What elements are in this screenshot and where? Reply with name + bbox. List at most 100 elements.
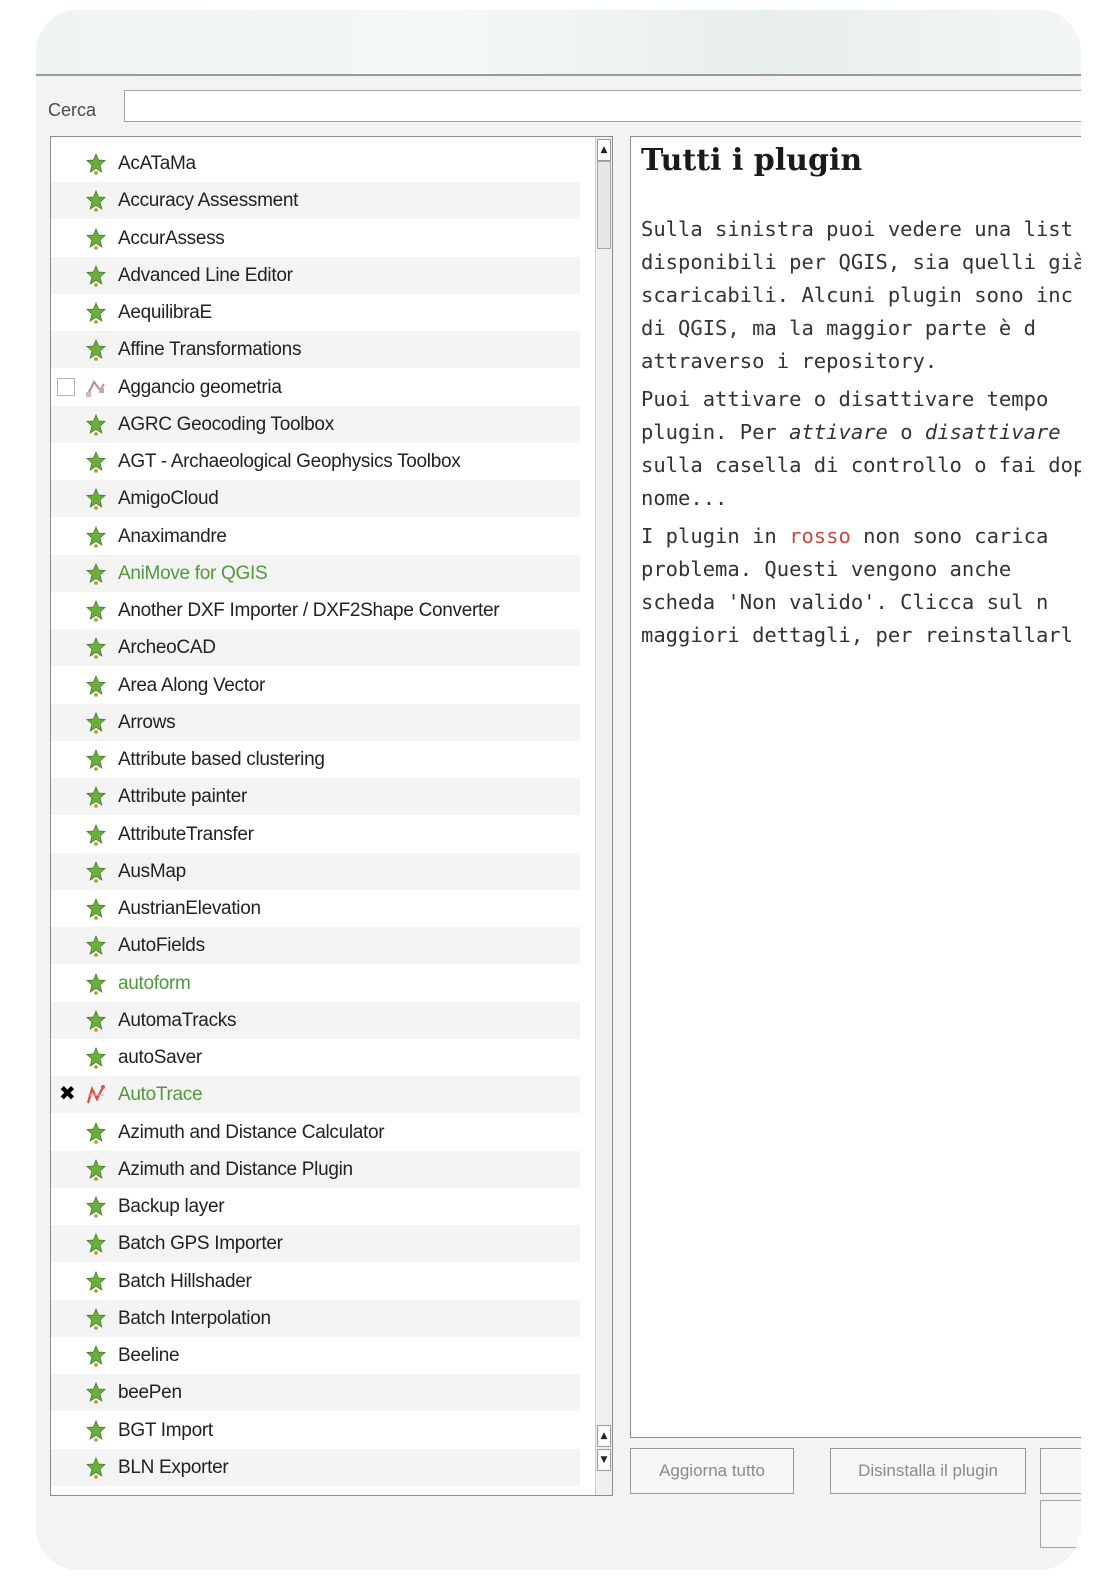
- description-line: disponibili per QGIS, sia quelli già: [641, 250, 1081, 274]
- plugin-list-item[interactable]: Area Along Vector: [51, 667, 580, 704]
- description-line: problema. Questi vengono anche: [641, 557, 1012, 581]
- plugin-name: Another DXF Importer / DXF2Shape Convert…: [118, 600, 500, 621]
- plugin-name: Batch GPS Importer: [118, 1233, 283, 1255]
- plugin-puzzle-icon: [84, 152, 108, 176]
- plugin-list-item[interactable]: AmigoCloud: [51, 480, 580, 518]
- plugin-list-item[interactable]: AutomaTracks: [51, 1001, 580, 1039]
- plugin-list-item[interactable]: AGT - Archaeological Geophysics Toolbox: [51, 443, 580, 480]
- plugin-puzzle-icon: [84, 562, 108, 586]
- plugin-list-item[interactable]: ArcheoCAD: [51, 629, 580, 667]
- scroll-down-button[interactable]: ▼: [597, 1449, 611, 1471]
- description-paragraph-2: Puoi attivare o disattivare tempo plugin…: [641, 383, 1081, 515]
- search-row: Cerca: [36, 86, 1081, 126]
- description-line: Sulla sinistra puoi vedere una list: [641, 217, 1073, 241]
- plugin-puzzle-icon: [84, 823, 108, 847]
- description-line: attraverso i repository.: [641, 349, 938, 373]
- plugin-name: Attribute based clustering: [118, 749, 325, 770]
- window-header-banner: [36, 10, 1081, 76]
- plugin-name: AccurAssess: [118, 227, 225, 249]
- plugin-enable-checkbox[interactable]: [57, 377, 75, 396]
- plugin-name: beePen: [118, 1382, 182, 1404]
- plugin-list[interactable]: AcATaMa Accuracy Assessment AccurAssess Adv…: [50, 136, 613, 1496]
- plugin-name: Azimuth and Distance Plugin: [118, 1158, 353, 1180]
- scroll-thumb[interactable]: [597, 161, 611, 249]
- plugin-list-item[interactable]: Batch Hillshader: [51, 1263, 580, 1300]
- plugin-puzzle-icon: [84, 1456, 108, 1480]
- uninstall-plugin-button[interactable]: Disinstalla il plugin: [830, 1448, 1026, 1494]
- plugin-list-item[interactable]: AniMove for QGIS: [51, 554, 580, 592]
- plugin-list-item[interactable]: Affine Transformations: [51, 331, 580, 369]
- plugin-puzzle-icon: [84, 1307, 108, 1331]
- plugin-list-item[interactable]: Advanced Line Editor: [51, 256, 580, 294]
- text-run: o: [887, 420, 925, 444]
- plugin-name: Batch Hillshader: [118, 1270, 252, 1292]
- plugin-list-item[interactable]: Batch Interpolation: [51, 1299, 580, 1337]
- close-button[interactable]: [1040, 1500, 1081, 1548]
- plugin-name: AmigoCloud: [118, 488, 219, 510]
- plugin-name: AniMove for QGIS: [118, 562, 268, 584]
- plugin-list-item[interactable]: Arrows: [51, 703, 580, 741]
- scroll-up-button-bottom[interactable]: ▲: [597, 1425, 611, 1447]
- plugin-list-item[interactable]: AccurAssess: [51, 220, 580, 257]
- plugin-list-item[interactable]: AusMap: [51, 852, 580, 890]
- plugin-name: BLN Exporter: [118, 1456, 229, 1478]
- plugin-list-item[interactable]: Attribute painter: [51, 778, 580, 816]
- plugin-puzzle-icon: [84, 748, 108, 772]
- scroll-up-button[interactable]: ▲: [597, 139, 611, 161]
- plugin-list-item[interactable]: Accuracy Assessment: [51, 182, 580, 220]
- plugin-name: AustrianElevation: [118, 898, 261, 919]
- plugin-name: AGRC Geocoding Toolbox: [118, 413, 334, 435]
- plugin-list-item[interactable]: BGT Import: [51, 1412, 580, 1449]
- plugin-list-item[interactable]: Azimuth and Distance Plugin: [51, 1150, 580, 1188]
- plugin-list-item[interactable]: beePen: [51, 1374, 580, 1412]
- plugin-list-item[interactable]: Attribute based clustering: [51, 741, 580, 778]
- plugin-puzzle-icon: [84, 1232, 108, 1256]
- plugin-list-item[interactable]: BLN Exporter: [51, 1448, 580, 1486]
- plugin-name: Anaximandre: [118, 525, 227, 547]
- plugin-puzzle-icon: [84, 1381, 108, 1405]
- geometry-snapper-icon: [84, 376, 108, 400]
- plugin-description-panel: Tutti i plugin Sulla sinistra puoi veder…: [630, 136, 1081, 1438]
- autotrace-icon: [84, 1083, 108, 1107]
- description-line: maggiori dettagli, per reinstallarl: [641, 623, 1073, 647]
- plugin-list-item[interactable]: AequilibraE: [51, 294, 580, 331]
- plugin-name: Backup layer: [118, 1196, 225, 1217]
- plugin-broken-checkbox[interactable]: ✖: [59, 1082, 76, 1104]
- text-run: non sono carica: [850, 524, 1049, 548]
- plugin-puzzle-icon: [84, 860, 108, 884]
- plugin-puzzle-icon: [84, 897, 108, 921]
- plugin-list-item[interactable]: autoSaver: [51, 1039, 580, 1076]
- upgrade-all-button[interactable]: Aggiorna tutto: [630, 1448, 794, 1494]
- plugin-list-item[interactable]: ✖ AutoTrace: [51, 1076, 580, 1114]
- plugin-name: Affine Transformations: [118, 339, 302, 361]
- plugin-list-item[interactable]: Another DXF Importer / DXF2Shape Convert…: [51, 592, 580, 629]
- plugin-puzzle-icon: [84, 1009, 108, 1033]
- plugin-list-item[interactable]: AutoFields: [51, 927, 580, 965]
- plugin-list-item[interactable]: Azimuth and Distance Calculator: [51, 1114, 580, 1151]
- plugin-puzzle-icon: [84, 413, 108, 437]
- plugin-name: AequilibraE: [118, 302, 212, 323]
- plugin-list-item[interactable]: AustrianElevation: [51, 890, 580, 927]
- install-plugin-button[interactable]: [1040, 1448, 1081, 1494]
- plugin-name: BGT Import: [118, 1419, 213, 1441]
- plugin-list-item[interactable]: Backup layer: [51, 1188, 580, 1225]
- plugin-name: Arrows: [118, 711, 176, 733]
- plugin-list-item[interactable]: AGRC Geocoding Toolbox: [51, 405, 580, 443]
- plugin-list-item[interactable]: AcATaMa: [51, 145, 580, 182]
- plugin-list-scrollbar[interactable]: ▲ ▲ ▼: [595, 137, 612, 1495]
- plugin-list-item[interactable]: Beeline: [51, 1337, 580, 1374]
- plugin-list-item[interactable]: Anaximandre: [51, 518, 580, 555]
- plugin-puzzle-icon: [84, 189, 108, 213]
- plugin-puzzle-icon: [84, 785, 108, 809]
- plugin-list-item[interactable]: autoform: [51, 965, 580, 1002]
- plugin-list-item[interactable]: Aggancio geometria: [51, 369, 580, 406]
- plugin-puzzle-icon: [84, 487, 108, 511]
- plugin-puzzle-icon: [84, 599, 108, 623]
- plugin-name: Beeline: [118, 1345, 180, 1366]
- text-run-italic: disattivare: [924, 420, 1061, 444]
- plugin-name: Area Along Vector: [118, 674, 266, 696]
- plugin-list-item[interactable]: Batch GPS Importer: [51, 1225, 580, 1263]
- plugin-name: Attribute painter: [118, 786, 248, 808]
- plugin-list-item[interactable]: AttributeTransfer: [51, 816, 580, 853]
- search-input[interactable]: [124, 90, 1081, 122]
